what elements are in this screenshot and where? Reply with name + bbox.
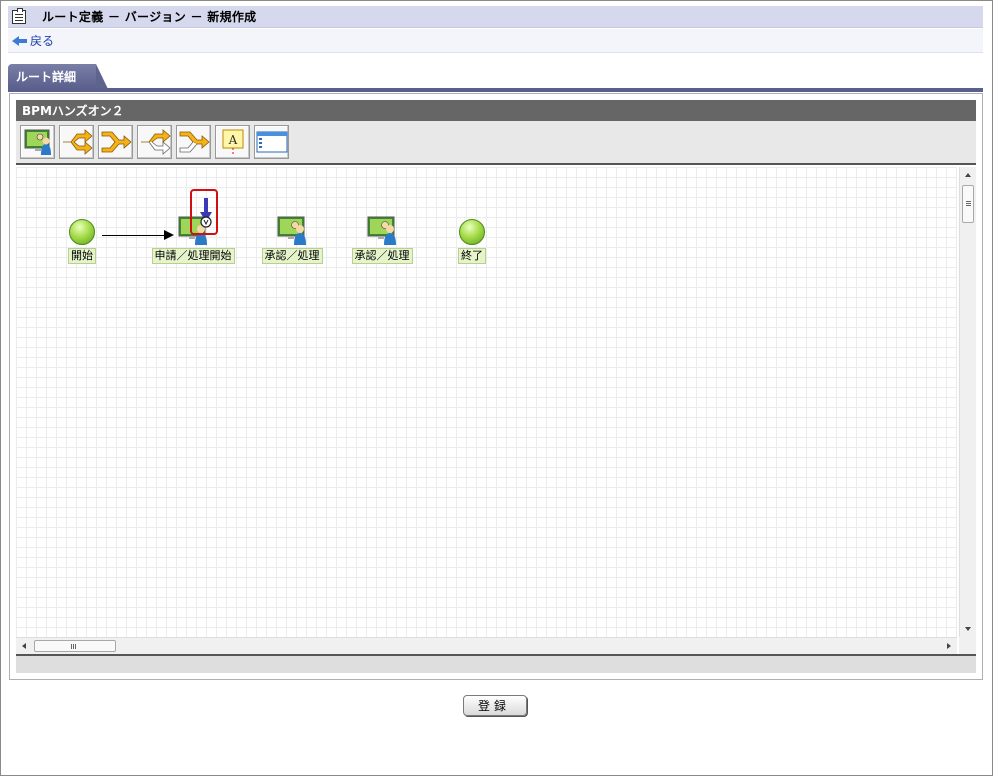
split-arrow-icon	[62, 129, 93, 155]
vertical-scroll-thumb[interactable]	[962, 185, 974, 223]
merge-branch-outline-tool-button[interactable]	[176, 125, 211, 159]
split-branch-outline-tool-button[interactable]	[137, 125, 172, 159]
route-detail-panel: BPMハンズオン２ A 開始 申請／処理開始 承認／処理 承認／処理 終了	[9, 93, 983, 680]
start-node[interactable]: 開始	[66, 217, 98, 264]
user-task-tool-button[interactable]	[20, 125, 55, 159]
monitor-user-icon	[277, 216, 306, 245]
scroll-left-icon[interactable]	[22, 643, 26, 649]
scroll-down-icon[interactable]	[965, 627, 971, 631]
toolbar: A	[16, 121, 976, 165]
merge-arrow-outline-icon	[179, 131, 210, 153]
end-node[interactable]: 終了	[456, 217, 488, 264]
highlight-box	[190, 189, 218, 235]
status-bar	[16, 654, 976, 673]
vertical-scrollbar[interactable]	[959, 167, 976, 637]
form-tool-button[interactable]	[254, 125, 289, 159]
node-label: 承認／処理	[261, 248, 323, 264]
split-arrow-outline-icon	[140, 129, 171, 155]
horizontal-scrollbar[interactable]	[16, 637, 957, 654]
split-branch-tool-button[interactable]	[59, 125, 94, 159]
title-bar: ルート定義 － バージョン － 新規作成	[8, 6, 983, 28]
page-title: ルート定義 － バージョン － 新規作成	[42, 10, 257, 24]
scrollbar-corner	[959, 637, 976, 654]
node-label: 承認／処理	[351, 248, 413, 264]
node-label: 終了	[458, 248, 486, 264]
tab-row: ルート詳細	[8, 64, 983, 92]
register-button[interactable]: 登録	[463, 695, 527, 716]
merge-arrow-icon	[101, 131, 132, 153]
text-annotation-icon: A	[222, 129, 243, 155]
tab-underline	[8, 88, 983, 92]
node-label: 申請／処理開始	[151, 248, 235, 264]
node-label: 開始	[68, 248, 96, 264]
window-form-icon	[256, 131, 287, 153]
task-node-approve-2[interactable]: 承認／処理	[350, 215, 414, 264]
scroll-up-icon[interactable]	[965, 173, 971, 177]
clipboard-icon	[12, 7, 26, 24]
start-circle-icon	[69, 219, 95, 245]
monitor-user-icon	[24, 129, 51, 155]
monitor-user-icon	[367, 216, 396, 245]
tab-route-detail[interactable]: ルート詳細	[8, 64, 108, 89]
panel-title: BPMハンズオン２	[16, 100, 976, 121]
annotation-tool-button[interactable]: A	[215, 125, 250, 159]
end-circle-icon	[459, 219, 485, 245]
tab-label: ルート詳細	[16, 70, 77, 84]
scroll-right-icon[interactable]	[947, 643, 951, 649]
back-bar: 戻る	[8, 29, 983, 53]
flow-canvas[interactable]: 開始 申請／処理開始 承認／処理 承認／処理 終了	[16, 167, 976, 654]
back-link[interactable]: 戻る	[12, 32, 54, 49]
back-arrow-icon	[12, 35, 28, 47]
annotation-letter: A	[227, 133, 237, 147]
task-node-approve-1[interactable]: 承認／処理	[260, 215, 324, 264]
back-label: 戻る	[30, 34, 55, 48]
merge-branch-tool-button[interactable]	[98, 125, 133, 159]
horizontal-scroll-thumb[interactable]	[34, 640, 116, 652]
